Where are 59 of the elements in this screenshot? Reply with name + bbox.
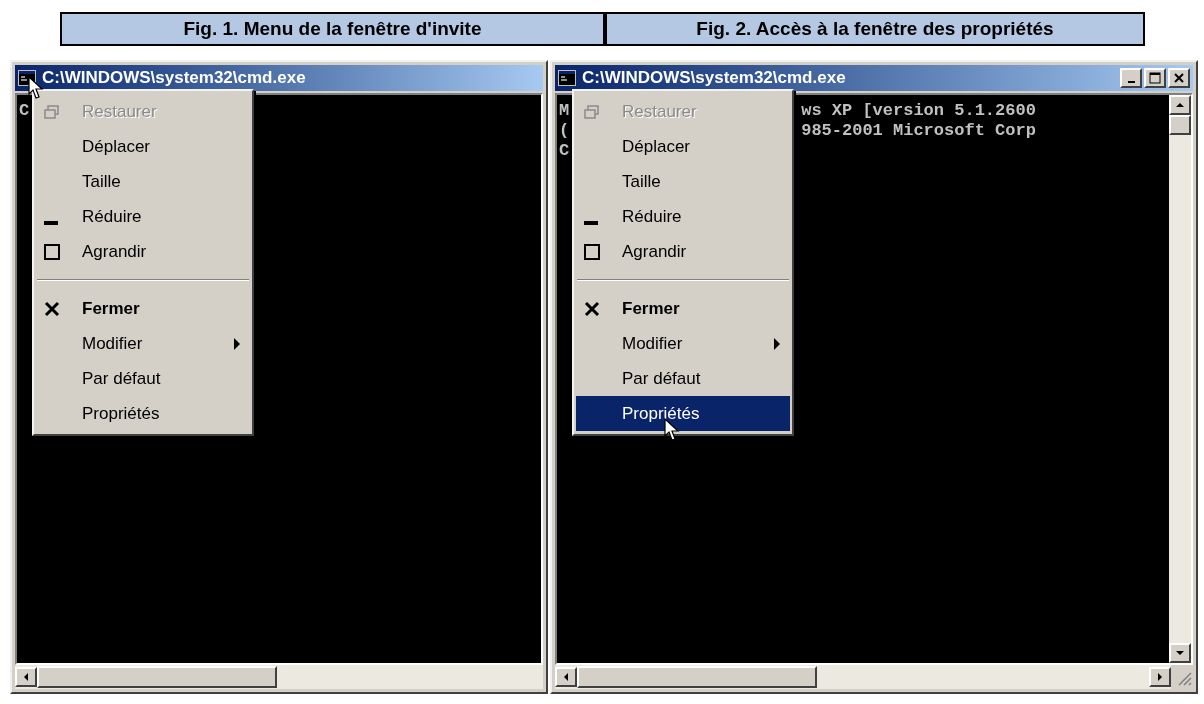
scrollbar-thumb[interactable] xyxy=(1169,115,1191,135)
console-text: 985-2001 Microsoft Corp xyxy=(801,121,1036,141)
console-text: C xyxy=(19,101,30,121)
menu-item[interactable]: Agrandir xyxy=(36,234,250,269)
horizontal-scrollbar[interactable] xyxy=(15,665,543,689)
minimize-button[interactable] xyxy=(1120,68,1142,88)
console-text: C xyxy=(559,141,570,161)
vertical-scrollbar[interactable] xyxy=(1169,95,1191,663)
minimize-icon xyxy=(1127,81,1135,83)
figure-caption: Fig. 2. Accès à la fenêtre des propriétés xyxy=(605,12,1145,46)
close-icon xyxy=(1174,73,1184,83)
console-icon xyxy=(558,70,576,86)
close-button[interactable] xyxy=(1168,68,1190,88)
figure-caption: Fig. 1. Menu de la fenêtre d'invite xyxy=(60,12,605,46)
arrow-icon xyxy=(22,673,30,681)
menu-item[interactable]: Modifier xyxy=(36,326,250,361)
menu-item[interactable]: Fermer xyxy=(36,291,250,326)
scroll-right-button[interactable] xyxy=(1149,667,1171,687)
minimize-icon xyxy=(44,220,58,225)
menu-item[interactable]: Modifier xyxy=(576,326,790,361)
maximize-icon xyxy=(1149,72,1161,84)
scroll-down-button[interactable] xyxy=(1169,643,1191,663)
arrow-icon xyxy=(562,673,570,681)
maximize-icon xyxy=(44,243,60,260)
scrollbar-thumb[interactable] xyxy=(577,666,817,688)
restore-icon xyxy=(584,104,600,119)
menu-item[interactable]: Réduire xyxy=(36,199,250,234)
submenu-arrow-icon xyxy=(774,337,780,350)
close-icon xyxy=(44,300,60,317)
submenu-arrow-icon xyxy=(234,337,240,350)
menu-item[interactable]: Fermer xyxy=(576,291,790,326)
arrow-icon xyxy=(1176,649,1184,657)
console-text: M xyxy=(559,101,570,121)
scroll-up-button[interactable] xyxy=(1169,95,1191,115)
console-text: ( xyxy=(559,121,570,141)
maximize-icon xyxy=(584,243,600,260)
scrollbar-thumb[interactable] xyxy=(37,666,277,688)
menu-item[interactable]: Taille xyxy=(36,164,250,199)
window-title: C:\WINDOWS\system32\cmd.exe xyxy=(42,67,307,90)
menu-item[interactable]: Réduire xyxy=(576,199,790,234)
maximize-button[interactable] xyxy=(1144,68,1166,88)
restore-icon xyxy=(44,104,60,119)
menu-item[interactable]: Taille xyxy=(576,164,790,199)
minimize-icon xyxy=(584,220,598,225)
horizontal-scrollbar[interactable] xyxy=(555,665,1171,689)
menu-item[interactable]: Propriétés xyxy=(36,396,250,431)
scroll-left-button[interactable] xyxy=(15,667,37,687)
menu-item[interactable]: Par défaut xyxy=(576,361,790,396)
arrow-icon xyxy=(1176,101,1184,109)
menu-item[interactable]: Agrandir xyxy=(576,234,790,269)
menu-item[interactable]: Déplacer xyxy=(576,129,790,164)
menu-item[interactable]: Déplacer xyxy=(36,129,250,164)
menu-item[interactable]: Propriétés xyxy=(576,396,790,431)
scroll-left-button[interactable] xyxy=(555,667,577,687)
arrow-icon xyxy=(1156,673,1164,681)
close-icon xyxy=(584,300,600,317)
window-title: C:\WINDOWS\system32\cmd.exe xyxy=(582,67,847,90)
console-text: ws XP [version 5.1.2600 xyxy=(801,101,1036,121)
menu-item[interactable]: Par défaut xyxy=(36,361,250,396)
